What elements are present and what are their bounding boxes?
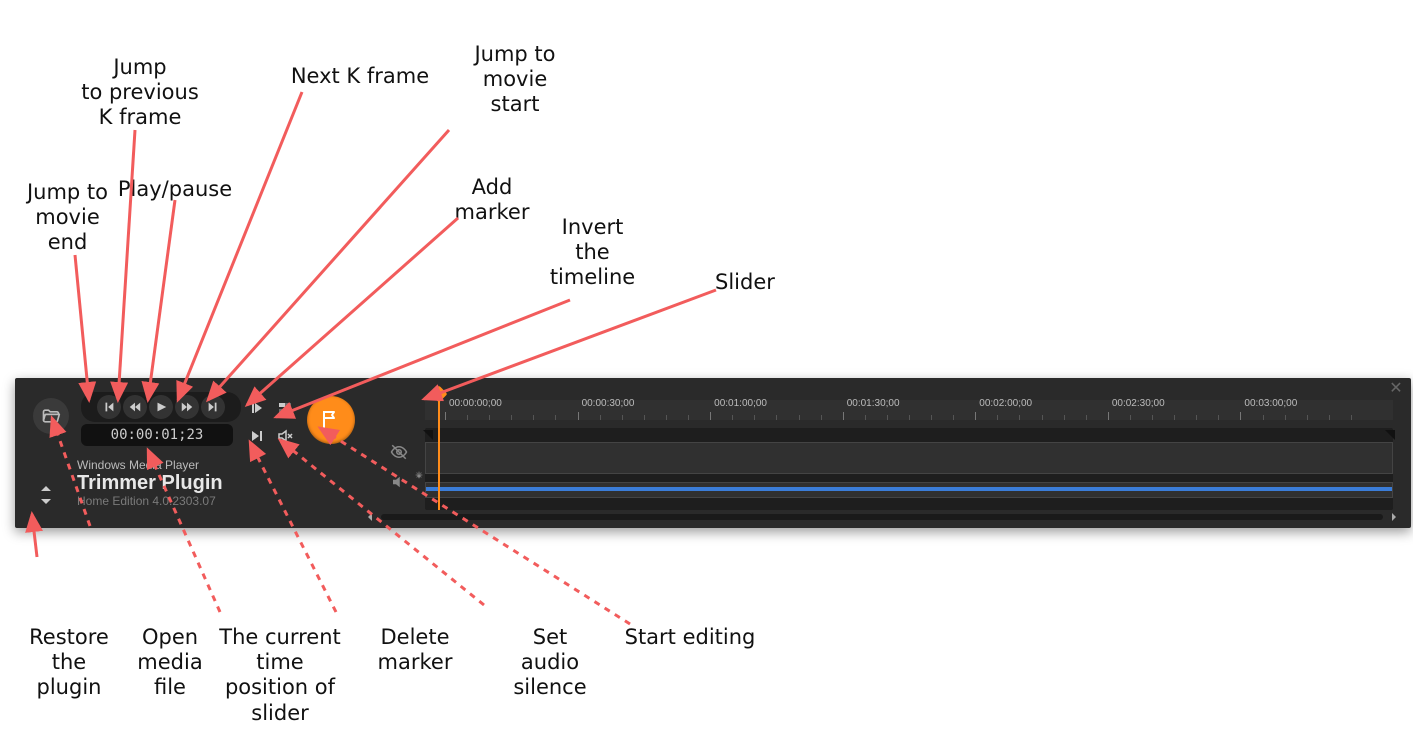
callout-prev-k-frame: Jump to previous K frame xyxy=(75,55,205,131)
ruler-tick-label: 00:02:00;00 xyxy=(979,398,1032,409)
jump-to-movie-start-button[interactable] xyxy=(201,395,225,419)
callout-jump-to-movie-start: Jump to movie start xyxy=(460,42,570,118)
video-track[interactable] xyxy=(425,442,1393,474)
in-point-marker[interactable] xyxy=(423,430,433,440)
ruler-tick-label: 00:02:30;00 xyxy=(1112,398,1165,409)
ruler-tick-label: 00:01:00;00 xyxy=(714,398,767,409)
add-marker-button[interactable] xyxy=(245,396,269,420)
video-visibility-icon[interactable] xyxy=(389,442,409,462)
start-editing-button[interactable] xyxy=(307,396,355,444)
step-back-icon xyxy=(128,400,142,414)
timeline-horizontal-scrollbar[interactable] xyxy=(363,510,1401,524)
callout-time-position: The current time position of slider xyxy=(210,625,350,726)
marker-controls xyxy=(243,396,299,448)
ruler-tick-label: 00:00:30;00 xyxy=(582,398,635,409)
audio-toggle-icon[interactable] xyxy=(389,472,409,492)
callout-slider: Slider xyxy=(715,270,805,295)
track-side-icons xyxy=(389,442,409,492)
scroll-left-button[interactable] xyxy=(363,510,377,524)
track-settings-icon[interactable] xyxy=(413,470,425,482)
callout-start-editing: Start editing xyxy=(610,625,770,650)
collapse-up-down-icon xyxy=(39,486,53,504)
marker-out-icon xyxy=(249,428,265,444)
folder-open-icon xyxy=(41,406,61,426)
callout-restore-plugin: Restore the plugin xyxy=(14,625,124,701)
timeline-tracks[interactable] xyxy=(425,428,1393,510)
callout-play-pause: Play/pause xyxy=(110,177,240,202)
scrollbar-track[interactable] xyxy=(381,514,1383,520)
audio-waveform xyxy=(426,487,1392,491)
mute-icon xyxy=(277,428,293,444)
ruler-tick-label: 00:03:00;00 xyxy=(1244,398,1297,409)
timeline[interactable]: 00:00:00;00 00:00:30;00 00:01:00;00 00:01:3… xyxy=(425,400,1393,510)
callout-jump-to-movie-end: Jump to movie end xyxy=(10,180,125,256)
branding-app: Windows Media Player xyxy=(77,458,223,472)
step-forward-icon xyxy=(180,400,194,414)
out-point-marker[interactable] xyxy=(1385,430,1395,440)
play-icon xyxy=(154,400,168,414)
ruler-tick-label: 00:00:00;00 xyxy=(449,398,502,409)
transport-controls xyxy=(81,392,241,422)
audio-track[interactable] xyxy=(425,482,1393,498)
play-pause-button[interactable] xyxy=(149,395,173,419)
invert-icon xyxy=(277,400,293,416)
plugin-branding: Windows Media Player Trimmer Plugin Home… xyxy=(77,458,223,508)
callout-next-k-frame: Next K frame xyxy=(280,64,440,89)
prev-k-frame-button[interactable] xyxy=(123,395,147,419)
callout-audio-silence: Set audio silence xyxy=(500,625,600,701)
timecode-display: 00:00:01;23 xyxy=(81,424,233,446)
playhead-line xyxy=(438,400,440,510)
open-media-file-button[interactable] xyxy=(33,398,69,434)
invert-timeline-button[interactable] xyxy=(273,396,297,420)
skip-end-icon xyxy=(206,400,220,414)
marker-in-icon xyxy=(249,400,265,416)
scroll-right-button[interactable] xyxy=(1387,510,1401,524)
delete-marker-button[interactable] xyxy=(245,424,269,448)
callout-delete-marker: Delete marker xyxy=(365,625,465,675)
branding-version: Home Edition 4.0.2303.07 xyxy=(77,494,223,508)
skip-start-icon xyxy=(102,400,116,414)
restore-plugin-button[interactable] xyxy=(35,484,57,506)
set-audio-silence-button[interactable] xyxy=(273,424,297,448)
callout-add-marker: Add marker xyxy=(442,175,542,225)
close-button[interactable]: ✕ xyxy=(1387,380,1405,398)
trimmer-plugin-panel: ✕ xyxy=(15,378,1411,528)
ruler-tick-label: 00:01:30;00 xyxy=(847,398,900,409)
callout-invert-timeline: Invert the timeline xyxy=(540,215,645,291)
jump-to-movie-end-button[interactable] xyxy=(97,395,121,419)
timeline-ruler[interactable]: 00:00:00;00 00:00:30;00 00:01:00;00 00:01:3… xyxy=(425,400,1393,420)
callout-open-media-file: Open media file xyxy=(125,625,215,701)
next-k-frame-button[interactable] xyxy=(175,395,199,419)
branding-title: Trimmer Plugin xyxy=(77,472,223,494)
flag-icon xyxy=(319,408,343,432)
